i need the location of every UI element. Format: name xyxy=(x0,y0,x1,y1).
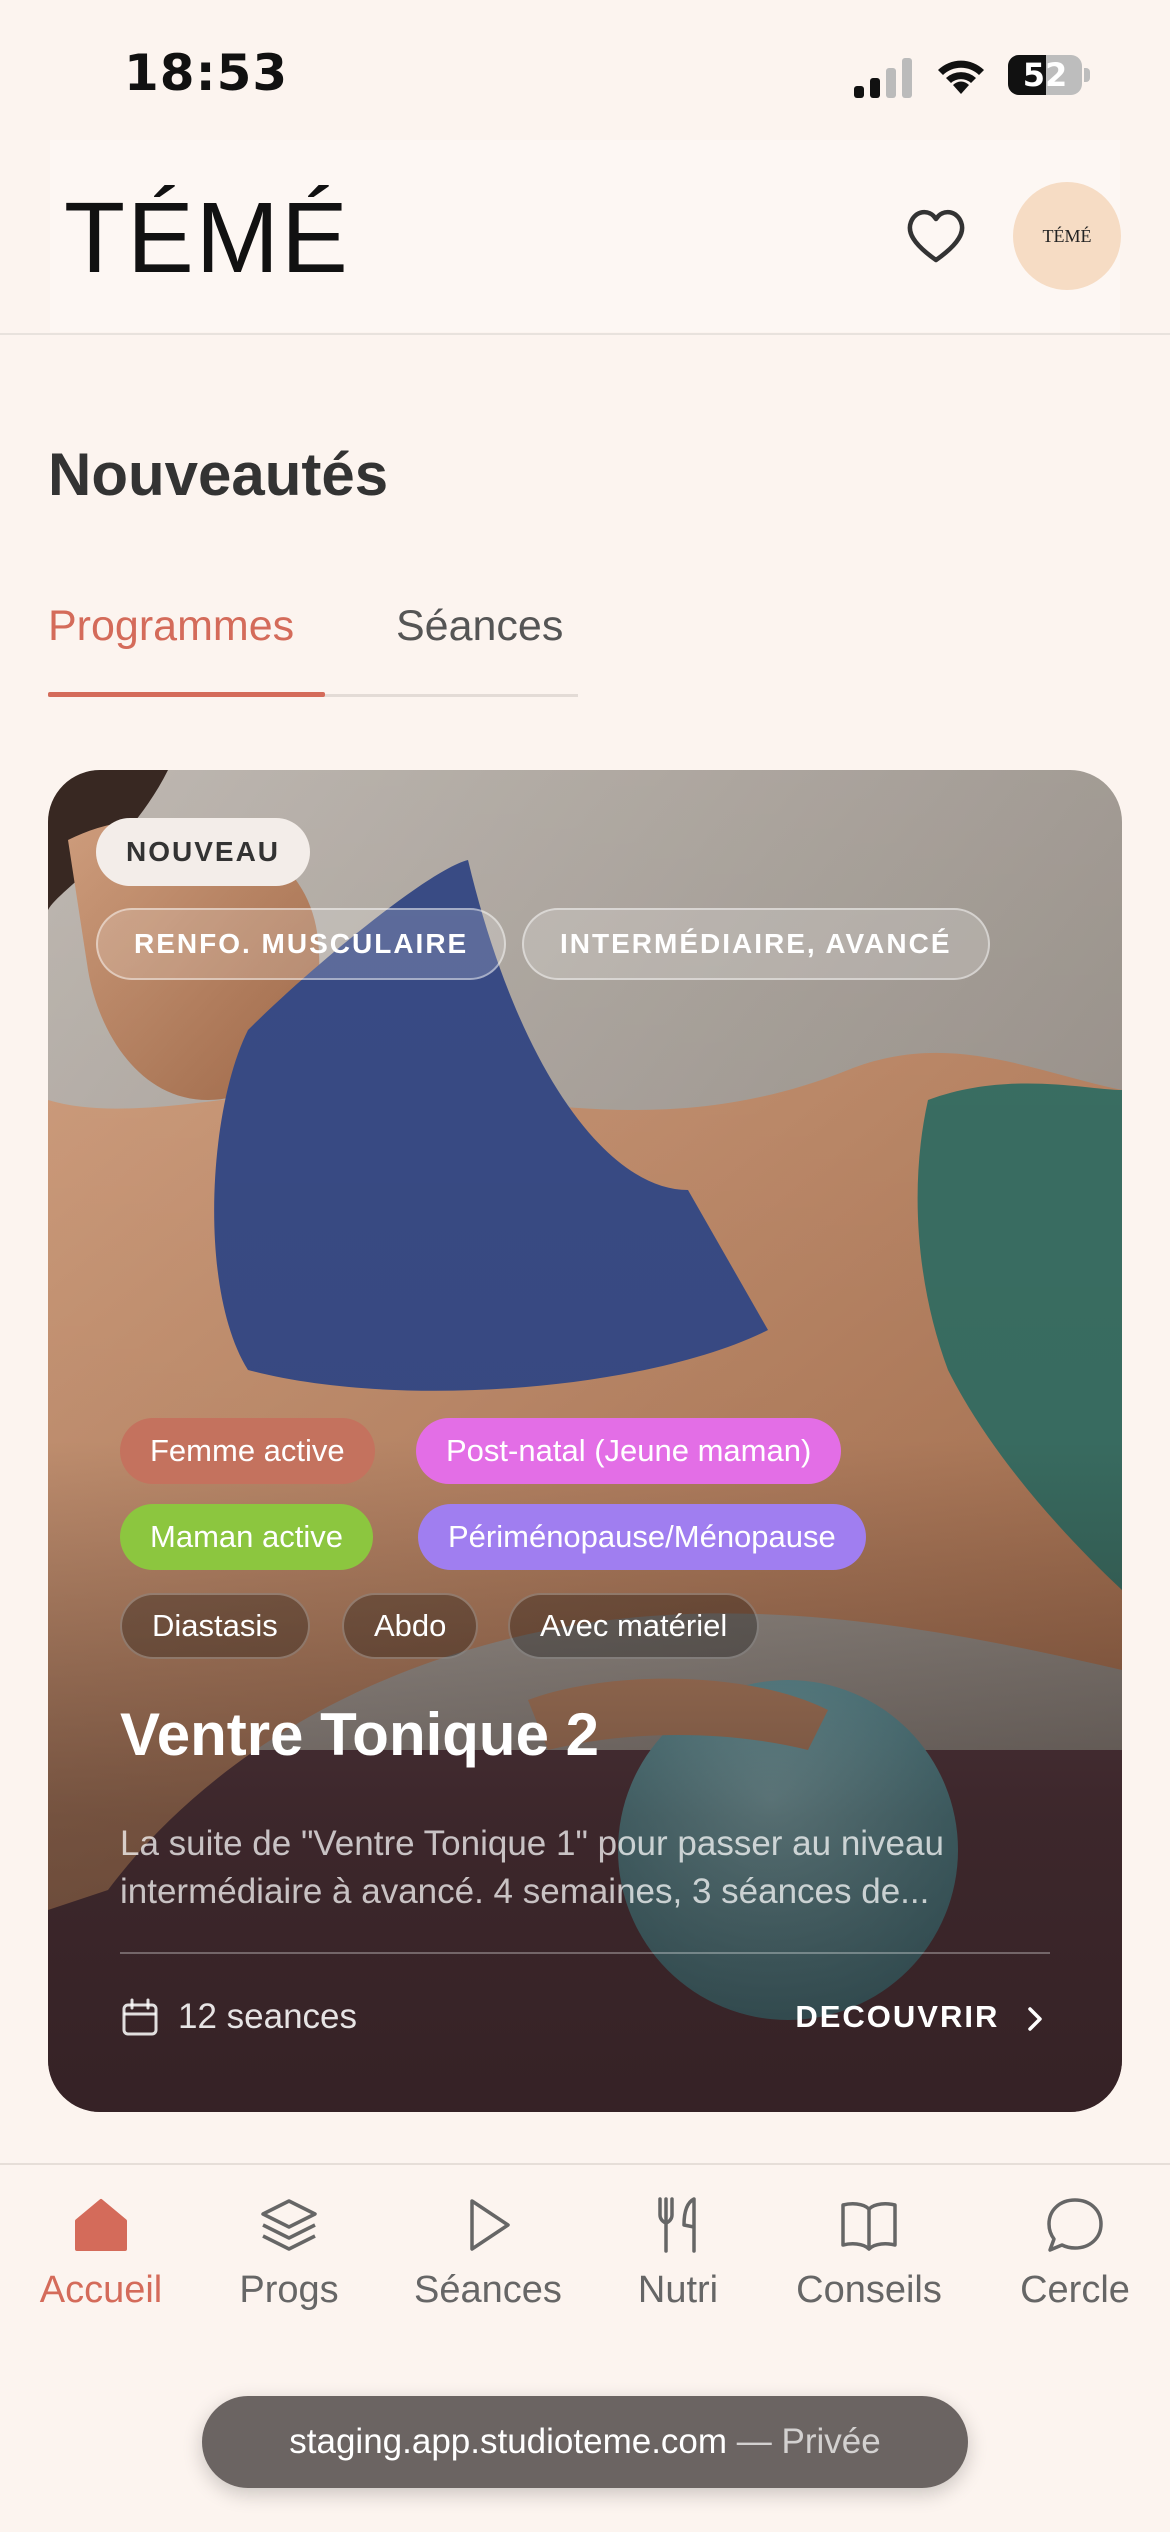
program-title: Ventre Tonique 2 xyxy=(120,1701,599,1768)
url-domain: staging.app.studioteme.com xyxy=(289,2422,737,2461)
new-badge: NOUVEAU xyxy=(96,818,311,886)
discover-label: DECOUVRIR xyxy=(795,1999,1000,2034)
nav-label: Progs xyxy=(239,2269,339,2311)
nav-seances[interactable]: Séances xyxy=(398,2195,578,2312)
discover-button[interactable]: DECOUVRIR xyxy=(795,1992,1050,2042)
tag-maman-active: Maman active xyxy=(120,1504,373,1570)
avatar[interactable]: TÉMÉ xyxy=(1013,182,1121,290)
program-description: La suite de "Ventre Tonique 1" pour pass… xyxy=(120,1824,944,1911)
nav-progs[interactable]: Progs xyxy=(199,2195,379,2312)
header-divider xyxy=(0,333,1170,335)
tab-programmes[interactable]: Programmes xyxy=(48,602,294,651)
level-tag: INTERMÉDIAIRE, AVANCÉ xyxy=(522,908,990,980)
nav-conseils[interactable]: Conseils xyxy=(779,2195,959,2312)
active-tab-indicator xyxy=(48,692,325,697)
tag-diastasis: Diastasis xyxy=(120,1593,310,1659)
home-icon xyxy=(75,2199,127,2251)
status-time: 18:53 xyxy=(124,44,289,102)
tag-femme-active: Femme active xyxy=(120,1418,375,1484)
wifi-icon xyxy=(938,60,984,94)
calendar-icon xyxy=(122,1998,158,2036)
nav-label: Accueil xyxy=(39,2269,163,2311)
tab-bar: Programmes Séances xyxy=(48,590,578,700)
nav-label: Conseils xyxy=(796,2269,942,2311)
tag-avec-materiel: Avec matériel xyxy=(508,1593,760,1659)
play-icon xyxy=(470,2199,510,2251)
tag-post-natal: Post-natal (Jeune maman) xyxy=(416,1418,842,1484)
utensils-icon xyxy=(658,2197,696,2253)
program-card[interactable]: NOUVEAU RENFO. MUSCULAIRE INTERMÉDIAIRE,… xyxy=(48,770,1122,2112)
browser-url-bar[interactable]: staging.app.studioteme.com — Privée xyxy=(202,2396,968,2488)
chat-icon xyxy=(1047,2198,1103,2252)
nav-label: Séances xyxy=(414,2269,562,2311)
battery-icon: 52 xyxy=(1008,55,1090,95)
card-divider xyxy=(120,1952,1050,1954)
book-icon xyxy=(841,2202,897,2251)
battery-level: 52 xyxy=(1022,56,1068,94)
status-bar: 18:53 52 xyxy=(0,0,1170,140)
tag-abdo: Abdo xyxy=(342,1593,479,1659)
category-tag: RENFO. MUSCULAIRE xyxy=(96,908,507,980)
nav-label: Nutri xyxy=(637,2269,719,2311)
session-count-label: 12 seances xyxy=(178,1997,358,2036)
heart-icon[interactable] xyxy=(905,206,967,264)
cellular-signal-icon xyxy=(854,58,912,98)
nav-label: Cercle xyxy=(1020,2269,1130,2311)
chevron-right-icon xyxy=(1028,2007,1042,2031)
nav-nutri[interactable]: Nutri xyxy=(588,2195,768,2312)
bottom-nav: Accueil Progs Séances Nutri Conseils Cer… xyxy=(0,2165,1170,2365)
app-logo[interactable]: TÉMÉ xyxy=(64,188,350,288)
app-header: TÉMÉ TÉMÉ xyxy=(50,140,1121,332)
page-title: Nouveautés xyxy=(48,441,389,508)
tab-seances[interactable]: Séances xyxy=(396,602,563,651)
nav-accueil[interactable]: Accueil xyxy=(11,2195,191,2312)
nav-cercle[interactable]: Cercle xyxy=(985,2195,1165,2312)
private-mode-label: — Privée xyxy=(736,2422,881,2461)
layers-icon xyxy=(261,2199,317,2251)
tag-perimenopause: Périménopause/Ménopause xyxy=(418,1504,866,1570)
